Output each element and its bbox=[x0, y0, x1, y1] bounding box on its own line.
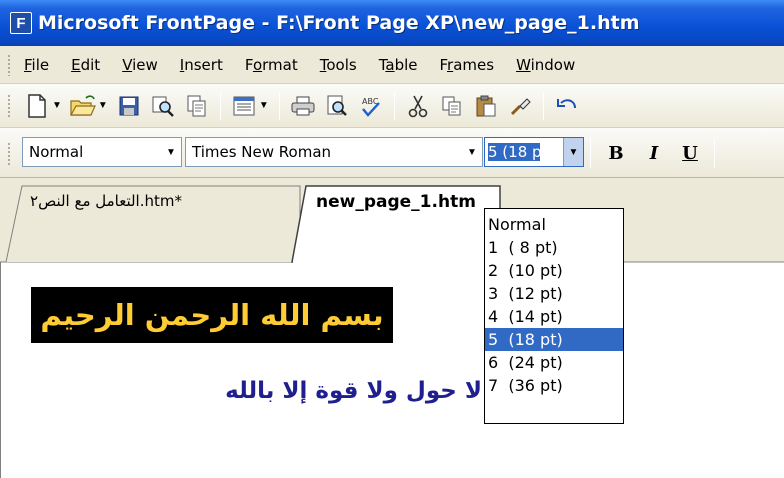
copy-icon[interactable] bbox=[437, 90, 467, 122]
menu-view[interactable]: View bbox=[122, 56, 158, 74]
title-bar[interactable]: F Microsoft FrontPage - F:\Front Page XP… bbox=[0, 0, 784, 46]
size-option-2[interactable]: 2 (10 pt) bbox=[485, 259, 623, 282]
size-option-normal[interactable]: Normal bbox=[485, 213, 623, 236]
folder-list-icon[interactable] bbox=[229, 90, 259, 122]
save-icon[interactable] bbox=[114, 90, 144, 122]
formatting-toolbar: Normal ▼ Times New Roman ▼ 5 (18 pt) ▼ B… bbox=[0, 128, 784, 178]
new-dropdown-arrow-icon[interactable]: ▼ bbox=[52, 100, 62, 111]
font-size-select[interactable]: 5 (18 pt) ▼ bbox=[484, 137, 584, 167]
undo-icon[interactable] bbox=[552, 90, 582, 122]
tab-document-arabic[interactable]: التعامل مع النص٢.htm* bbox=[30, 186, 300, 264]
new-page-icon[interactable] bbox=[22, 90, 52, 122]
menu-bar: File Edit View Insert Format Tools Table… bbox=[0, 46, 784, 84]
standard-toolbar-grip-handle[interactable] bbox=[7, 94, 11, 118]
size-option-7[interactable]: 7 (36 pt) bbox=[485, 374, 623, 397]
style-select[interactable]: Normal ▼ bbox=[22, 137, 182, 167]
style-select-value: Normal bbox=[29, 143, 84, 161]
format-painter-icon[interactable] bbox=[505, 90, 535, 122]
menu-tools[interactable]: Tools bbox=[320, 56, 357, 74]
menu-insert[interactable]: Insert bbox=[180, 56, 223, 74]
menu-edit[interactable]: Edit bbox=[71, 56, 100, 74]
arabic-body-text[interactable]: لا حول ولا قوة إلا بالله bbox=[225, 378, 482, 404]
bold-button[interactable]: B bbox=[602, 139, 630, 167]
menu-file[interactable]: File bbox=[24, 56, 49, 74]
toolbar-separator bbox=[714, 138, 715, 168]
menu-table[interactable]: Table bbox=[379, 56, 418, 74]
publish-icon[interactable] bbox=[182, 90, 212, 122]
tab-new-page-1[interactable]: new_page_1.htm bbox=[316, 186, 490, 264]
print-preview-icon[interactable] bbox=[322, 90, 352, 122]
cut-icon[interactable] bbox=[403, 90, 433, 122]
views-dropdown-arrow-icon[interactable]: ▼ bbox=[259, 100, 269, 111]
size-option-6[interactable]: 6 (24 pt) bbox=[485, 351, 623, 374]
font-select[interactable]: Times New Roman ▼ bbox=[185, 137, 483, 167]
menu-window[interactable]: Window bbox=[516, 56, 575, 74]
size-option-4[interactable]: 4 (14 pt) bbox=[485, 305, 623, 328]
underline-button[interactable]: U bbox=[676, 139, 704, 167]
toolbar-separator bbox=[393, 91, 395, 120]
font-dropdown-arrow-icon[interactable]: ▼ bbox=[462, 138, 482, 166]
spelling-icon[interactable]: ABC bbox=[356, 90, 386, 122]
menu-format[interactable]: Format bbox=[245, 56, 298, 74]
open-folder-icon[interactable] bbox=[68, 90, 98, 122]
search-icon[interactable] bbox=[148, 90, 178, 122]
arabic-heading-text[interactable]: بسم الله الرحمن الرحيم bbox=[31, 287, 393, 343]
toolbar-separator bbox=[542, 91, 544, 120]
font-size-dropdown-arrow-icon[interactable]: ▼ bbox=[563, 138, 583, 166]
size-option-1[interactable]: 1 ( 8 pt) bbox=[485, 236, 623, 259]
size-option-3[interactable]: 3 (12 pt) bbox=[485, 282, 623, 305]
italic-button[interactable]: I bbox=[640, 139, 668, 167]
toolbar-separator bbox=[590, 138, 591, 168]
toolbar-separator bbox=[219, 91, 221, 120]
toolbar-separator bbox=[278, 91, 280, 120]
frontpage-app-icon[interactable]: F bbox=[10, 12, 32, 34]
open-dropdown-arrow-icon[interactable]: ▼ bbox=[98, 100, 108, 111]
window-title: Microsoft FrontPage - F:\Front Page XP\n… bbox=[38, 12, 640, 34]
standard-toolbar: ▼ ▼ ▼ ABC bbox=[0, 84, 784, 128]
font-size-select-value: 5 (18 pt) bbox=[488, 143, 540, 161]
font-select-value: Times New Roman bbox=[192, 143, 332, 161]
formatting-toolbar-grip-handle[interactable] bbox=[7, 142, 11, 166]
menu-frames[interactable]: Frames bbox=[440, 56, 495, 74]
style-dropdown-arrow-icon[interactable]: ▼ bbox=[161, 138, 181, 166]
print-icon[interactable] bbox=[288, 90, 318, 122]
menu-bar-grip-handle[interactable] bbox=[7, 54, 11, 76]
size-option-5-selected[interactable]: 5 (18 pt) bbox=[485, 328, 623, 351]
font-size-dropdown-list: Normal 1 ( 8 pt) 2 (10 pt) 3 (12 pt) 4 (… bbox=[484, 208, 624, 424]
paste-icon[interactable] bbox=[471, 90, 501, 122]
